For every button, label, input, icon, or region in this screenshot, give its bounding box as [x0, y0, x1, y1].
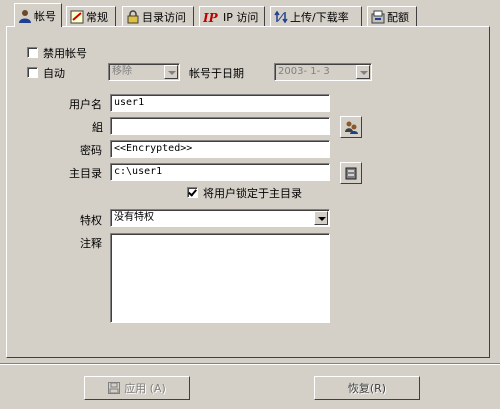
apply-button[interactable]: 应用 (A): [84, 376, 190, 400]
password-field[interactable]: <<Encrypted>>: [110, 140, 330, 158]
transfer-icon: [274, 10, 288, 24]
expire-date-picker[interactable]: 2003- 1- 3: [274, 63, 372, 81]
tab-label: 常规: [86, 10, 108, 24]
tab-label: 上传/下载率: [290, 10, 349, 24]
auto-action-select[interactable]: 移除: [108, 63, 180, 81]
save-icon: [108, 382, 121, 394]
divider: [0, 363, 500, 365]
disable-account-checkbox[interactable]: [27, 47, 38, 58]
group-browse-icon: [344, 120, 358, 137]
tab-account[interactable]: 帐号: [14, 3, 62, 27]
user-account-dialog: 帐号 常规 目录访问 IP IP 访问 上传/下载率 配额 禁用帐号 自动 移除…: [0, 0, 500, 409]
notes-label: 注释: [80, 237, 102, 250]
privilege-label: 特权: [80, 214, 102, 227]
chevron-down-icon[interactable]: [164, 65, 178, 79]
username-label: 用户名: [69, 98, 102, 111]
privilege-select[interactable]: 没有特权: [110, 209, 330, 227]
tab-label: 目录访问: [142, 10, 186, 24]
quota-icon: [371, 10, 385, 24]
lock-home-checkbox[interactable]: [187, 187, 198, 198]
lock-home-label: 将用户锁定于主目录: [203, 187, 302, 200]
home-directory-label: 主目录: [69, 167, 102, 180]
expire-date-label: 帐号于日期: [189, 67, 244, 80]
disable-account-label: 禁用帐号: [43, 47, 87, 60]
auto-action-value: 移除: [112, 66, 132, 77]
lock-icon: [126, 9, 140, 24]
tab-ip-access[interactable]: IP IP 访问: [199, 6, 265, 26]
privilege-value: 没有特权: [114, 212, 154, 223]
browse-directory-button[interactable]: [340, 162, 362, 184]
auto-checkbox[interactable]: [27, 67, 38, 78]
apply-label: 应用 (A): [124, 382, 166, 395]
group-label: 組: [92, 121, 103, 134]
restore-button[interactable]: 恢复(R): [314, 376, 420, 400]
tab-transfer-rate[interactable]: 上传/下载率: [270, 6, 362, 26]
tab-directory-access[interactable]: 目录访问: [122, 6, 194, 26]
chevron-down-icon[interactable]: [356, 65, 370, 79]
username-field[interactable]: user1: [110, 94, 330, 112]
tab-quota[interactable]: 配额: [367, 6, 417, 26]
chevron-down-icon[interactable]: [314, 211, 328, 225]
svg-text:IP: IP: [203, 11, 219, 24]
expire-date-value: 2003- 1- 3: [278, 66, 330, 77]
auto-label: 自动: [43, 67, 65, 80]
tab-label: 帐号: [34, 9, 56, 23]
restore-label: 恢复(R): [347, 382, 387, 395]
folder-icon: [344, 166, 358, 183]
group-field[interactable]: [110, 117, 330, 135]
tab-general[interactable]: 常规: [66, 6, 116, 26]
tab-label: IP 访问: [223, 10, 259, 24]
select-group-button[interactable]: [340, 116, 362, 138]
user-icon: [18, 9, 32, 23]
notes-textarea[interactable]: [110, 233, 330, 323]
tab-label: 配额: [387, 10, 409, 24]
ip-icon: IP: [202, 10, 221, 25]
password-label: 密码: [80, 144, 102, 157]
home-directory-field[interactable]: c:\user1: [110, 163, 330, 181]
general-icon: [70, 10, 84, 24]
